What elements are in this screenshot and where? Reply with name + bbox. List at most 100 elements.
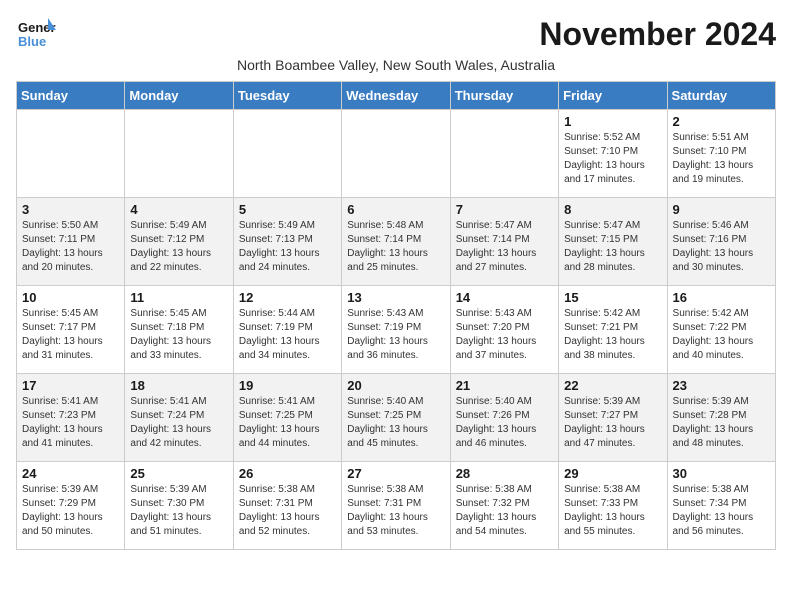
day-info: Sunrise: 5:38 AM Sunset: 7:32 PM Dayligh… bbox=[456, 483, 553, 539]
calendar-cell bbox=[342, 110, 450, 198]
day-info: Sunrise: 5:38 AM Sunset: 7:31 PM Dayligh… bbox=[347, 483, 444, 539]
day-number: 9 bbox=[673, 202, 770, 217]
day-info: Sunrise: 5:47 AM Sunset: 7:15 PM Dayligh… bbox=[564, 219, 661, 275]
day-number: 29 bbox=[564, 466, 661, 481]
calendar-cell: 3 Sunrise: 5:50 AM Sunset: 7:11 PM Daylig… bbox=[17, 198, 125, 286]
day-info: Sunrise: 5:38 AM Sunset: 7:34 PM Dayligh… bbox=[673, 483, 770, 539]
day-number: 21 bbox=[456, 378, 553, 393]
day-number: 5 bbox=[239, 202, 336, 217]
day-number: 4 bbox=[130, 202, 227, 217]
day-number: 1 bbox=[564, 114, 661, 129]
calendar-cell: 19 Sunrise: 5:41 AM Sunset: 7:25 PM Dayli… bbox=[233, 374, 341, 462]
day-info: Sunrise: 5:48 AM Sunset: 7:14 PM Dayligh… bbox=[347, 219, 444, 275]
calendar-week-3: 10 Sunrise: 5:45 AM Sunset: 7:17 PM Dayli… bbox=[17, 286, 776, 374]
day-info: Sunrise: 5:43 AM Sunset: 7:19 PM Dayligh… bbox=[347, 307, 444, 363]
day-info: Sunrise: 5:41 AM Sunset: 7:23 PM Dayligh… bbox=[22, 395, 119, 451]
day-info: Sunrise: 5:49 AM Sunset: 7:13 PM Dayligh… bbox=[239, 219, 336, 275]
day-number: 25 bbox=[130, 466, 227, 481]
calendar-header-row: SundayMondayTuesdayWednesdayThursdayFrid… bbox=[17, 82, 776, 110]
calendar-table: SundayMondayTuesdayWednesdayThursdayFrid… bbox=[16, 81, 776, 550]
day-number: 10 bbox=[22, 290, 119, 305]
calendar-cell: 21 Sunrise: 5:40 AM Sunset: 7:26 PM Dayli… bbox=[450, 374, 558, 462]
col-header-sunday: Sunday bbox=[17, 82, 125, 110]
day-info: Sunrise: 5:38 AM Sunset: 7:31 PM Dayligh… bbox=[239, 483, 336, 539]
day-info: Sunrise: 5:47 AM Sunset: 7:14 PM Dayligh… bbox=[456, 219, 553, 275]
page-subtitle: North Boambee Valley, New South Wales, A… bbox=[16, 57, 776, 73]
day-number: 7 bbox=[456, 202, 553, 217]
day-number: 28 bbox=[456, 466, 553, 481]
col-header-friday: Friday bbox=[559, 82, 667, 110]
day-number: 15 bbox=[564, 290, 661, 305]
title-block: November 2024 bbox=[539, 16, 776, 53]
day-number: 8 bbox=[564, 202, 661, 217]
day-info: Sunrise: 5:39 AM Sunset: 7:29 PM Dayligh… bbox=[22, 483, 119, 539]
calendar-cell bbox=[125, 110, 233, 198]
calendar-cell: 14 Sunrise: 5:43 AM Sunset: 7:20 PM Dayli… bbox=[450, 286, 558, 374]
logo-icon: General Blue bbox=[16, 16, 56, 52]
day-info: Sunrise: 5:42 AM Sunset: 7:21 PM Dayligh… bbox=[564, 307, 661, 363]
calendar-cell: 9 Sunrise: 5:46 AM Sunset: 7:16 PM Daylig… bbox=[667, 198, 775, 286]
col-header-saturday: Saturday bbox=[667, 82, 775, 110]
day-number: 30 bbox=[673, 466, 770, 481]
month-title: November 2024 bbox=[539, 16, 776, 53]
day-info: Sunrise: 5:52 AM Sunset: 7:10 PM Dayligh… bbox=[564, 131, 661, 187]
calendar-week-1: 1 Sunrise: 5:52 AM Sunset: 7:10 PM Daylig… bbox=[17, 110, 776, 198]
day-number: 2 bbox=[673, 114, 770, 129]
col-header-wednesday: Wednesday bbox=[342, 82, 450, 110]
day-number: 13 bbox=[347, 290, 444, 305]
calendar-cell: 13 Sunrise: 5:43 AM Sunset: 7:19 PM Dayli… bbox=[342, 286, 450, 374]
day-info: Sunrise: 5:39 AM Sunset: 7:28 PM Dayligh… bbox=[673, 395, 770, 451]
calendar-cell: 28 Sunrise: 5:38 AM Sunset: 7:32 PM Dayli… bbox=[450, 462, 558, 550]
calendar-cell bbox=[17, 110, 125, 198]
calendar-cell: 24 Sunrise: 5:39 AM Sunset: 7:29 PM Dayli… bbox=[17, 462, 125, 550]
day-number: 3 bbox=[22, 202, 119, 217]
calendar-cell: 15 Sunrise: 5:42 AM Sunset: 7:21 PM Dayli… bbox=[559, 286, 667, 374]
day-info: Sunrise: 5:41 AM Sunset: 7:24 PM Dayligh… bbox=[130, 395, 227, 451]
calendar-cell: 17 Sunrise: 5:41 AM Sunset: 7:23 PM Dayli… bbox=[17, 374, 125, 462]
col-header-monday: Monday bbox=[125, 82, 233, 110]
day-info: Sunrise: 5:40 AM Sunset: 7:25 PM Dayligh… bbox=[347, 395, 444, 451]
day-number: 17 bbox=[22, 378, 119, 393]
day-info: Sunrise: 5:43 AM Sunset: 7:20 PM Dayligh… bbox=[456, 307, 553, 363]
calendar-cell: 26Sunrise: 5:38 AM Sunset: 7:31 PM Dayli… bbox=[233, 462, 341, 550]
calendar-cell: 20Sunrise: 5:40 AM Sunset: 7:25 PM Dayli… bbox=[342, 374, 450, 462]
logo: General Blue bbox=[16, 16, 56, 52]
day-info: Sunrise: 5:42 AM Sunset: 7:22 PM Dayligh… bbox=[673, 307, 770, 363]
day-number: 16 bbox=[673, 290, 770, 305]
day-number: 24 bbox=[22, 466, 119, 481]
day-number: 14 bbox=[456, 290, 553, 305]
day-number: 11 bbox=[130, 290, 227, 305]
day-info: Sunrise: 5:50 AM Sunset: 7:11 PM Dayligh… bbox=[22, 219, 119, 275]
calendar-cell: 5 Sunrise: 5:49 AM Sunset: 7:13 PM Daylig… bbox=[233, 198, 341, 286]
calendar-cell bbox=[450, 110, 558, 198]
day-number: 23 bbox=[673, 378, 770, 393]
day-info: Sunrise: 5:45 AM Sunset: 7:17 PM Dayligh… bbox=[22, 307, 119, 363]
calendar-cell: 16 Sunrise: 5:42 AM Sunset: 7:22 PM Dayli… bbox=[667, 286, 775, 374]
calendar-week-2: 3 Sunrise: 5:50 AM Sunset: 7:11 PM Daylig… bbox=[17, 198, 776, 286]
day-info: Sunrise: 5:45 AM Sunset: 7:18 PM Dayligh… bbox=[130, 307, 227, 363]
calendar-cell: 7 Sunrise: 5:47 AM Sunset: 7:14 PM Daylig… bbox=[450, 198, 558, 286]
calendar-cell: 29Sunrise: 5:38 AM Sunset: 7:33 PM Dayli… bbox=[559, 462, 667, 550]
day-info: Sunrise: 5:51 AM Sunset: 7:10 PM Dayligh… bbox=[673, 131, 770, 187]
svg-text:Blue: Blue bbox=[18, 34, 46, 49]
day-number: 27 bbox=[347, 466, 444, 481]
day-info: Sunrise: 5:40 AM Sunset: 7:26 PM Dayligh… bbox=[456, 395, 553, 451]
day-number: 19 bbox=[239, 378, 336, 393]
calendar-cell: 30 Sunrise: 5:38 AM Sunset: 7:34 PM Dayli… bbox=[667, 462, 775, 550]
calendar-cell: 4 Sunrise: 5:49 AM Sunset: 7:12 PM Daylig… bbox=[125, 198, 233, 286]
calendar-cell: 11 Sunrise: 5:45 AM Sunset: 7:18 PM Dayli… bbox=[125, 286, 233, 374]
calendar-cell: 1 Sunrise: 5:52 AM Sunset: 7:10 PM Daylig… bbox=[559, 110, 667, 198]
day-info: Sunrise: 5:46 AM Sunset: 7:16 PM Dayligh… bbox=[673, 219, 770, 275]
calendar-cell: 27 Sunrise: 5:38 AM Sunset: 7:31 PM Dayli… bbox=[342, 462, 450, 550]
day-info: Sunrise: 5:39 AM Sunset: 7:27 PM Dayligh… bbox=[564, 395, 661, 451]
calendar-cell: 18 Sunrise: 5:41 AM Sunset: 7:24 PM Dayli… bbox=[125, 374, 233, 462]
day-number: 12 bbox=[239, 290, 336, 305]
calendar-cell: 2 Sunrise: 5:51 AM Sunset: 7:10 PM Daylig… bbox=[667, 110, 775, 198]
calendar-cell: 8 Sunrise: 5:47 AM Sunset: 7:15 PM Daylig… bbox=[559, 198, 667, 286]
day-info: Sunrise: 5:44 AM Sunset: 7:19 PM Dayligh… bbox=[239, 307, 336, 363]
day-number: 18 bbox=[130, 378, 227, 393]
calendar-cell: 25 Sunrise: 5:39 AM Sunset: 7:30 PM Dayli… bbox=[125, 462, 233, 550]
day-info: Sunrise: 5:39 AM Sunset: 7:30 PM Dayligh… bbox=[130, 483, 227, 539]
day-info: Sunrise: 5:49 AM Sunset: 7:12 PM Dayligh… bbox=[130, 219, 227, 275]
day-info: Sunrise: 5:41 AM Sunset: 7:25 PM Dayligh… bbox=[239, 395, 336, 451]
